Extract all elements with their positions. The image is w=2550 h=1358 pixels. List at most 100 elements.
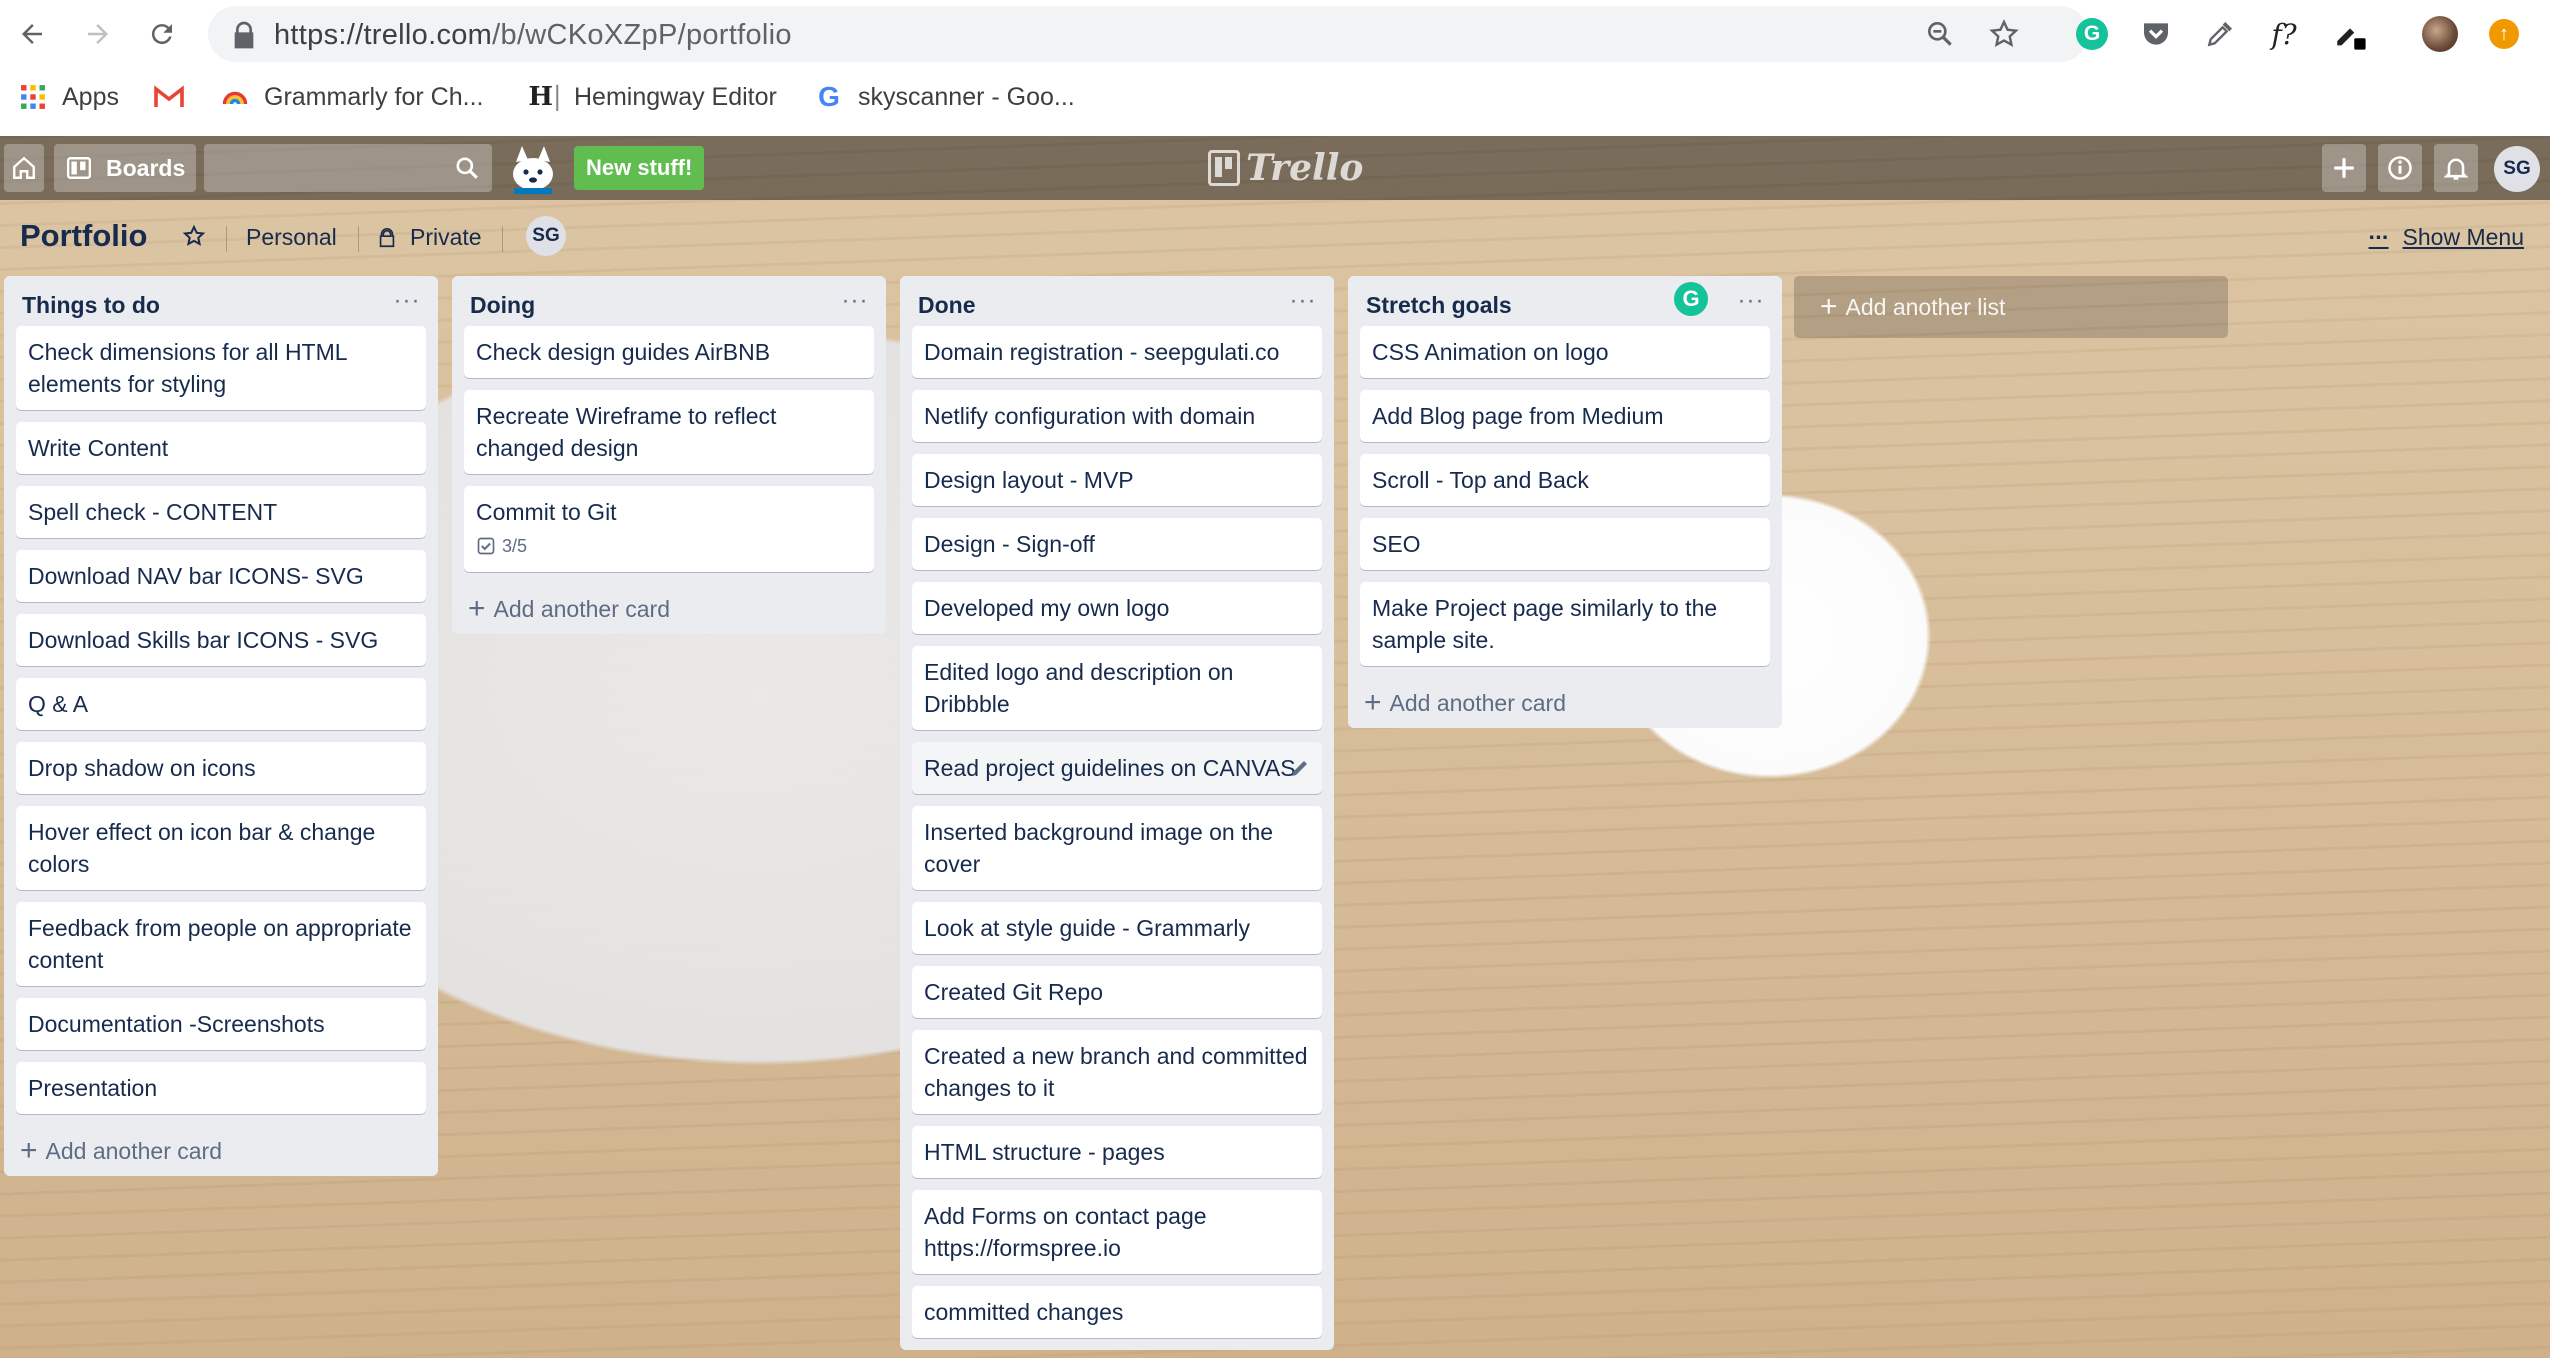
new-stuff-button[interactable]: New stuff!	[574, 146, 705, 190]
bookmark-apps[interactable]: Apps	[18, 80, 119, 114]
card[interactable]: Download NAV bar ICONS- SVG	[16, 550, 426, 602]
card[interactable]: Documentation -Screenshots	[16, 998, 426, 1050]
add-card-button[interactable]: + Add another card	[10, 1126, 432, 1176]
list-title[interactable]: Doing	[470, 292, 535, 319]
member-avatar[interactable]: SG	[2494, 146, 2540, 192]
card[interactable]: Add Forms on contact page https://formsp…	[912, 1190, 1322, 1274]
card[interactable]: CSS Animation on logo	[1360, 326, 1770, 378]
trello-logo[interactable]: Trello	[1208, 147, 1363, 189]
card[interactable]: Check design guides AirBNB	[464, 326, 874, 378]
card[interactable]: Edited logo and description on Dribbble	[912, 646, 1322, 730]
list-menu-button[interactable]: ···	[1734, 286, 1768, 316]
zoom-icon[interactable]	[1924, 18, 1956, 50]
info-icon	[2388, 156, 2412, 180]
back-button[interactable]	[12, 14, 52, 54]
card[interactable]: Created a new branch and committed chang…	[912, 1030, 1322, 1114]
bookmark-grammarly[interactable]: Grammarly for Ch...	[220, 80, 483, 114]
card[interactable]: Inserted background image on the cover	[912, 806, 1322, 890]
chrome-update-button[interactable]: ↑	[2484, 14, 2524, 54]
pocket-icon	[2144, 23, 2168, 45]
more-dots-icon: ···	[841, 287, 869, 314]
card[interactable]: Commit to Git 3/5	[464, 486, 874, 572]
card[interactable]: Recreate Wireframe to reflect changed de…	[464, 390, 874, 474]
profile-avatar[interactable]	[2420, 14, 2460, 54]
card[interactable]: Presentation	[16, 1062, 426, 1114]
card[interactable]: SEO	[1360, 518, 1770, 570]
boards-button[interactable]: Boards	[54, 144, 196, 192]
trello-board: Boards New stuff! Trello SG Portfolio Pe…	[0, 136, 2550, 1358]
list-menu-button[interactable]: ···	[390, 286, 424, 316]
search-icon	[456, 157, 478, 179]
url-path: /b/wCKoXZpP/portfolio	[492, 19, 792, 51]
add-card-button[interactable]: + Add another card	[1354, 678, 1776, 728]
grammarly-icon[interactable]: G	[1674, 282, 1708, 316]
board-search-input[interactable]	[204, 144, 492, 192]
card[interactable]: Design layout - MVP	[912, 454, 1322, 506]
board-member-avatar[interactable]: SG	[526, 216, 566, 256]
bookmark-skyscanner[interactable]: G skyscanner - Goo...	[814, 80, 1075, 114]
notifications-button[interactable]	[2434, 144, 2478, 192]
plus-icon	[2334, 158, 2354, 178]
card[interactable]: Add Blog page from Medium	[1360, 390, 1770, 442]
add-card-label: Add another card	[45, 1137, 222, 1164]
team-button[interactable]: Personal	[246, 224, 337, 251]
card[interactable]: Check dimensions for all HTML elements f…	[16, 326, 426, 410]
star-board-button[interactable]	[182, 224, 206, 248]
card[interactable]: Scroll - Top and Back	[1360, 454, 1770, 506]
card[interactable]: committed changes	[912, 1286, 1322, 1338]
list-done: Done ··· Domain registration - seepgulat…	[900, 276, 1334, 1350]
add-card-button[interactable]: + Add another card	[458, 584, 880, 634]
google-icon: G	[818, 81, 840, 112]
card[interactable]: Make Project page similarly to the sampl…	[1360, 582, 1770, 666]
create-button[interactable]	[2322, 144, 2366, 192]
visibility-button[interactable]: Private	[376, 224, 482, 251]
update-arrow-icon: ↑	[2489, 19, 2519, 49]
card[interactable]: Domain registration - seepgulati.co	[912, 326, 1322, 378]
whatfont-extension[interactable]: f?	[2264, 14, 2304, 54]
card[interactable]: Hover effect on icon bar & change colors	[16, 806, 426, 890]
card[interactable]: HTML structure - pages	[912, 1126, 1322, 1178]
profile-photo-icon	[2422, 16, 2458, 52]
add-card-label: Add another card	[493, 595, 670, 622]
taco-mascot-icon[interactable]	[506, 142, 560, 196]
color-picker-extension[interactable]	[2330, 14, 2370, 54]
more-dots-icon: ···	[2368, 224, 2390, 250]
board-title[interactable]: Portfolio	[20, 218, 147, 254]
card[interactable]: Developed my own logo	[912, 582, 1322, 634]
card[interactable]: Design - Sign-off	[912, 518, 1322, 570]
bookmark-hemingway[interactable]: H | Hemingway Editor	[528, 80, 777, 114]
list-menu-button[interactable]: ···	[1286, 286, 1320, 316]
add-card-label: Add another card	[1389, 689, 1566, 716]
add-list-button[interactable]: + Add another list	[1794, 276, 2228, 338]
card[interactable]: Download Skills bar ICONS - SVG	[16, 614, 426, 666]
info-button[interactable]	[2378, 144, 2422, 192]
lock-icon	[234, 21, 254, 49]
list-title[interactable]: Things to do	[22, 292, 160, 319]
card[interactable]: Drop shadow on icons	[16, 742, 426, 794]
list-title[interactable]: Stretch goals	[1366, 292, 1512, 319]
list-menu-button[interactable]: ···	[838, 286, 872, 316]
list-title[interactable]: Done	[918, 292, 976, 319]
grammarly-extension[interactable]: G	[2072, 14, 2112, 54]
forward-button[interactable]	[78, 14, 118, 54]
card[interactable]: Created Git Repo	[912, 966, 1322, 1018]
pencil-edit-icon[interactable]	[1288, 756, 1312, 780]
eyedropper-extension[interactable]	[2200, 14, 2240, 54]
gmail-icon	[154, 82, 184, 112]
show-menu-button[interactable]: ··· Show Menu	[2369, 224, 2524, 251]
star-bookmark-icon[interactable]	[1988, 18, 2020, 50]
home-button[interactable]	[4, 144, 44, 192]
card[interactable]: Netlify configuration with domain	[912, 390, 1322, 442]
card[interactable]: Write Content	[16, 422, 426, 474]
card[interactable]: Look at style guide - Grammarly	[912, 902, 1322, 954]
plus-icon: +	[1820, 290, 1838, 323]
card[interactable]: Spell check - CONTENT	[16, 486, 426, 538]
card-hovered[interactable]: Read project guidelines on CANVAS	[912, 742, 1322, 794]
pocket-extension[interactable]	[2136, 14, 2176, 54]
plus-icon: +	[20, 1134, 38, 1167]
card[interactable]: Feedback from people on appropriate cont…	[16, 902, 426, 986]
card[interactable]: Q & A	[16, 678, 426, 730]
reload-button[interactable]	[142, 14, 182, 54]
bookmark-gmail[interactable]	[154, 80, 198, 114]
address-bar[interactable]: https://trello.com/b/wCKoXZpP/portfolio	[208, 6, 2088, 62]
